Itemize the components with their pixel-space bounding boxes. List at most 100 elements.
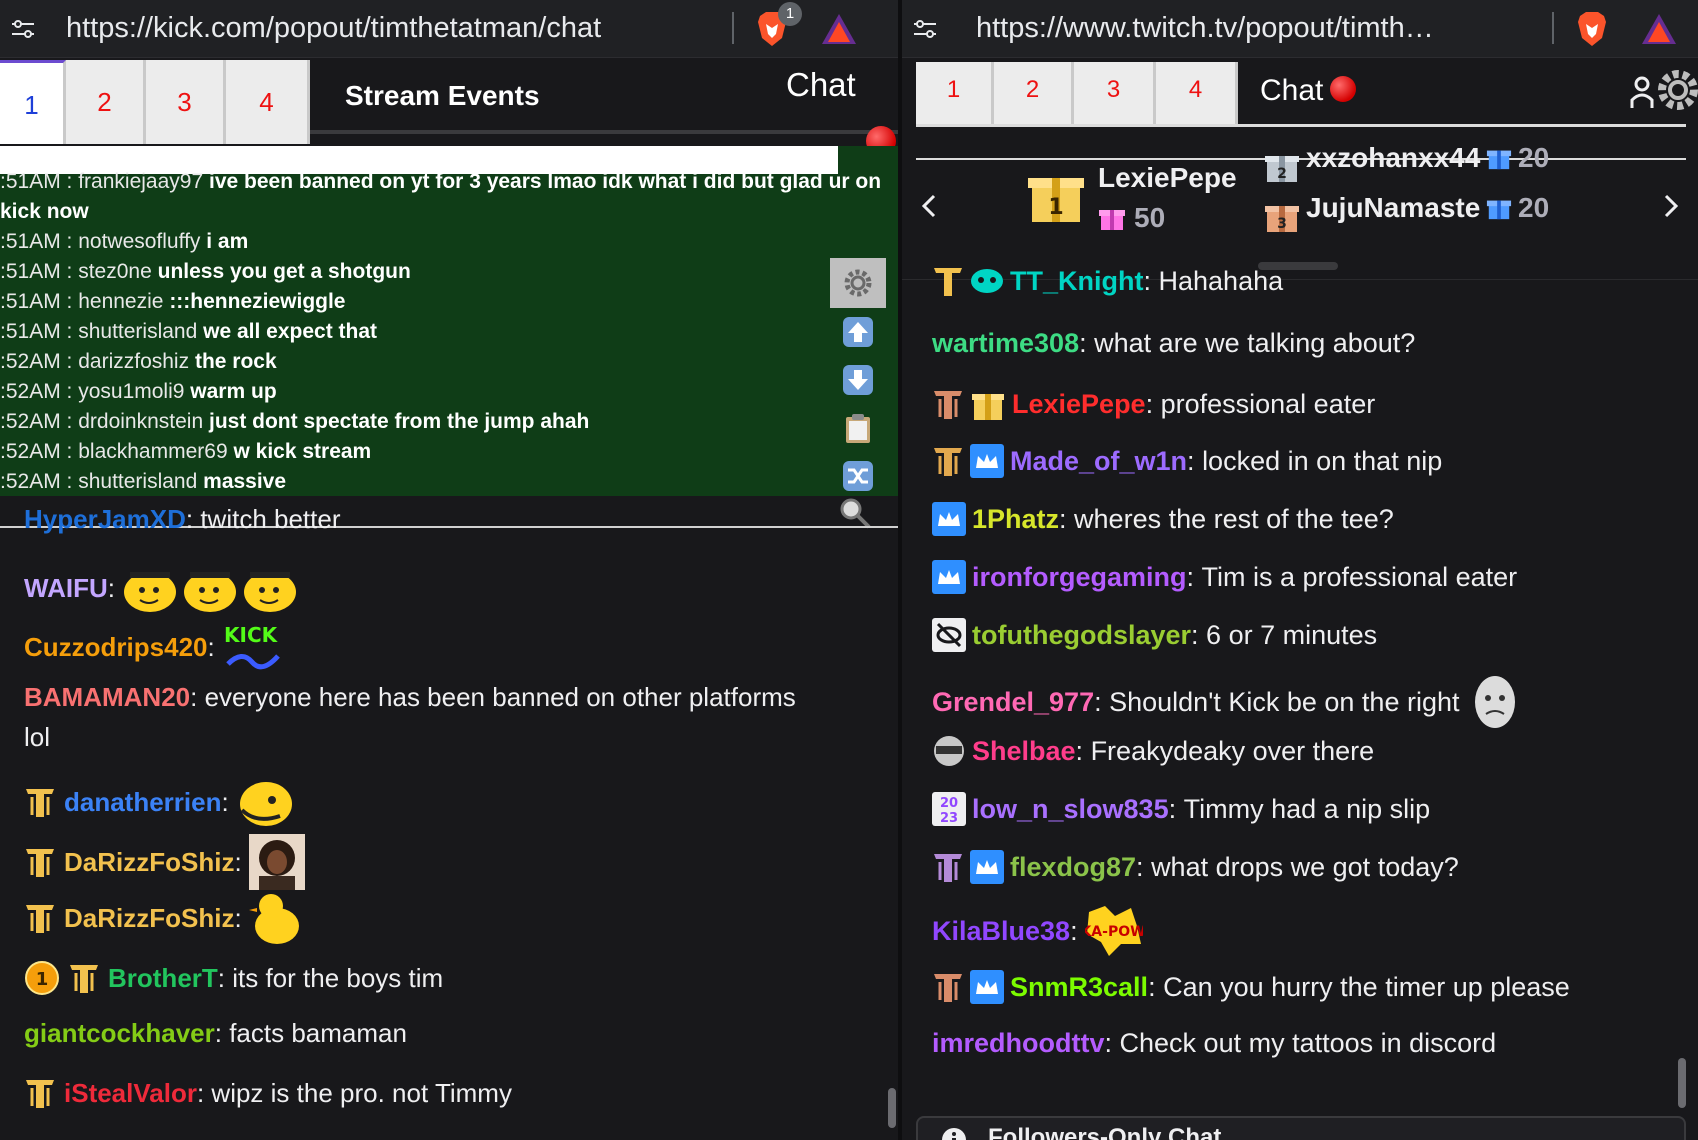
chat-username[interactable]: danatherrien bbox=[64, 787, 222, 818]
chat-username[interactable]: HyperJamXD bbox=[24, 504, 186, 535]
svg-text:KA-POW: KA-POW bbox=[1085, 924, 1143, 940]
chat-message: ironforgegaming: Tim is a professional e… bbox=[932, 560, 1517, 594]
chat-username[interactable]: giantcockhaver bbox=[24, 1018, 215, 1049]
stream-events-tab[interactable]: Stream Events bbox=[345, 80, 540, 112]
chat-username[interactable]: LexiePepe bbox=[1012, 389, 1146, 420]
tier-badge-icon bbox=[934, 391, 962, 419]
chat-tab-title[interactable]: Chat bbox=[1260, 74, 1323, 108]
chat-message-continuation: lol bbox=[24, 722, 50, 753]
leaderboard-first-name[interactable]: LexiePepe bbox=[1098, 162, 1237, 194]
kick-url[interactable]: https://kick.com/popout/timthetatman/cha… bbox=[66, 12, 706, 45]
chat-message: BAMAMAN20: everyone here has been banned… bbox=[24, 682, 796, 713]
og-badge-icon bbox=[26, 849, 54, 877]
chevron-right-icon[interactable] bbox=[1656, 192, 1684, 220]
chat-username[interactable]: BAMAMAN20 bbox=[24, 682, 190, 713]
chat-username[interactable]: flexdog87 bbox=[1010, 852, 1136, 883]
og-badge-icon bbox=[934, 268, 962, 296]
chat-username[interactable]: imredhoodttv bbox=[932, 1028, 1105, 1059]
leaderboard-third-name[interactable]: JujuNamaste bbox=[1306, 192, 1480, 224]
kick-address-bar: https://kick.com/popout/timthetatman/cha… bbox=[0, 0, 898, 58]
chat-username[interactable]: tofuthegodslayer bbox=[972, 620, 1191, 651]
tab-2[interactable]: 2 bbox=[66, 60, 146, 144]
chat-message: iStealValor: wipz is the pro. not Timmy bbox=[24, 1076, 512, 1110]
chat-message: giantcockhaver: facts bamaman bbox=[24, 1018, 407, 1049]
chat-text: Check out my tattoos in discord bbox=[1119, 1028, 1497, 1058]
gear-icon[interactable] bbox=[1654, 66, 1698, 114]
twitch-chat-pane: https://www.twitch.tv/popout/timthetat..… bbox=[902, 0, 1698, 1140]
chat-username[interactable]: DaRizzFoShiz bbox=[64, 903, 234, 934]
leaderboard-second-name[interactable]: xxzohanxx44 bbox=[1306, 142, 1480, 174]
tier-badge-icon bbox=[934, 974, 962, 1002]
brave-rewards-icon[interactable] bbox=[1640, 12, 1678, 46]
chat-username[interactable]: WAIFU bbox=[24, 573, 108, 604]
svg-text:2: 2 bbox=[1277, 166, 1287, 182]
tab-1[interactable]: 1 bbox=[916, 62, 994, 126]
site-settings-icon[interactable] bbox=[10, 16, 36, 42]
chat-username[interactable]: Cuzzodrips420 bbox=[24, 632, 208, 663]
tab-4[interactable]: 4 bbox=[226, 60, 310, 144]
scroll-down-button[interactable] bbox=[830, 358, 886, 402]
brave-rewards-icon[interactable] bbox=[820, 12, 858, 46]
chat-message: TT_Knight: Hahahaha bbox=[932, 264, 1283, 298]
chat-username[interactable]: Made_of_w1n bbox=[1010, 446, 1187, 477]
chat-username[interactable]: Grendel_977 bbox=[932, 687, 1094, 718]
clipboard-button[interactable] bbox=[830, 406, 886, 450]
twitch-url[interactable]: https://www.twitch.tv/popout/timthetat..… bbox=[976, 12, 1436, 45]
tab-4[interactable]: 4 bbox=[1156, 62, 1238, 126]
chat-message: KilaBlue38: KA-POW bbox=[932, 904, 1143, 958]
chat-text: everyone here has been banned on other p… bbox=[204, 682, 796, 712]
chat-text: Freakydeaky over there bbox=[1090, 735, 1375, 766]
chat-username[interactable]: BrotherT bbox=[108, 963, 218, 994]
leaderboard-divider bbox=[916, 158, 1686, 160]
chat-scrollbar[interactable] bbox=[1678, 1058, 1686, 1108]
chat-username[interactable]: DaRizzFoShiz bbox=[64, 847, 234, 878]
og-badge-icon bbox=[26, 789, 54, 817]
arrow-down-icon bbox=[843, 365, 873, 395]
shuffle-button[interactable] bbox=[830, 454, 886, 496]
chat-username[interactable]: TT_Knight bbox=[1010, 266, 1143, 297]
chat-message: wartime308: what are we talking about? bbox=[932, 328, 1416, 359]
tab-3[interactable]: 3 bbox=[1074, 62, 1156, 126]
chat-username[interactable]: KilaBlue38 bbox=[932, 916, 1070, 947]
search-icon[interactable] bbox=[838, 496, 872, 530]
svg-text:1: 1 bbox=[1048, 195, 1063, 220]
gift-rank-2-icon: 2 bbox=[1265, 156, 1299, 182]
chevron-left-icon[interactable] bbox=[916, 192, 944, 220]
chat-message: SnmR3call: Can you hurry the timer up pl… bbox=[932, 970, 1570, 1004]
site-settings-icon[interactable] bbox=[912, 16, 938, 42]
chat-text: Can you hurry the timer up please bbox=[1163, 971, 1570, 1002]
chat-username[interactable]: ironforgegaming bbox=[972, 562, 1187, 593]
tab-2[interactable]: 2 bbox=[994, 62, 1074, 126]
event-line: :52AM : blackhammer69 w kick stream bbox=[0, 440, 372, 463]
chat-scrollbar[interactable] bbox=[888, 1088, 896, 1128]
gift-rank-3-icon: 3 bbox=[1265, 206, 1299, 232]
tab-3[interactable]: 3 bbox=[146, 60, 226, 144]
scroll-up-button[interactable] bbox=[830, 310, 886, 354]
event-line: :52AM : shutterisland massive bbox=[0, 470, 287, 493]
prime-crown-icon bbox=[970, 444, 1004, 478]
bee-emote-icon bbox=[239, 782, 292, 826]
chat-tab-title[interactable]: Chat bbox=[786, 66, 856, 104]
chat-username[interactable]: Shelbae bbox=[972, 736, 1076, 767]
leaderboard-first-count: 50 bbox=[1098, 202, 1165, 234]
url-separator bbox=[732, 12, 734, 44]
clipboard-icon bbox=[846, 414, 870, 443]
hidden-eye-badge-icon bbox=[932, 618, 966, 652]
sub-badge-icon: 1 bbox=[25, 961, 59, 995]
shields-count-badge: 1 bbox=[778, 2, 802, 26]
og-badge-icon bbox=[70, 965, 98, 993]
arrow-up-icon bbox=[843, 317, 873, 347]
kick-chat-pane: https://kick.com/popout/timthetatman/cha… bbox=[0, 0, 898, 1140]
chat-username[interactable]: iStealValor bbox=[64, 1078, 197, 1109]
chat-text: its for the boys tim bbox=[232, 962, 444, 993]
events-settings-button[interactable] bbox=[830, 258, 886, 308]
chat-username[interactable]: wartime308 bbox=[932, 328, 1079, 359]
chat-text: Timmy had a nip slip bbox=[1183, 793, 1431, 824]
tab-1[interactable]: 1 bbox=[0, 60, 66, 144]
chat-username[interactable]: low_n_slow835 bbox=[972, 794, 1169, 825]
chat-username[interactable]: 1Phatz bbox=[972, 504, 1059, 535]
event-line: :51AM : hennezie :::henneziewiggle bbox=[0, 290, 346, 313]
chat-username[interactable]: SnmR3call bbox=[1010, 972, 1148, 1003]
chat-message: DaRizzFoShiz: bbox=[24, 890, 301, 946]
brave-shields-icon[interactable] bbox=[1574, 10, 1610, 48]
